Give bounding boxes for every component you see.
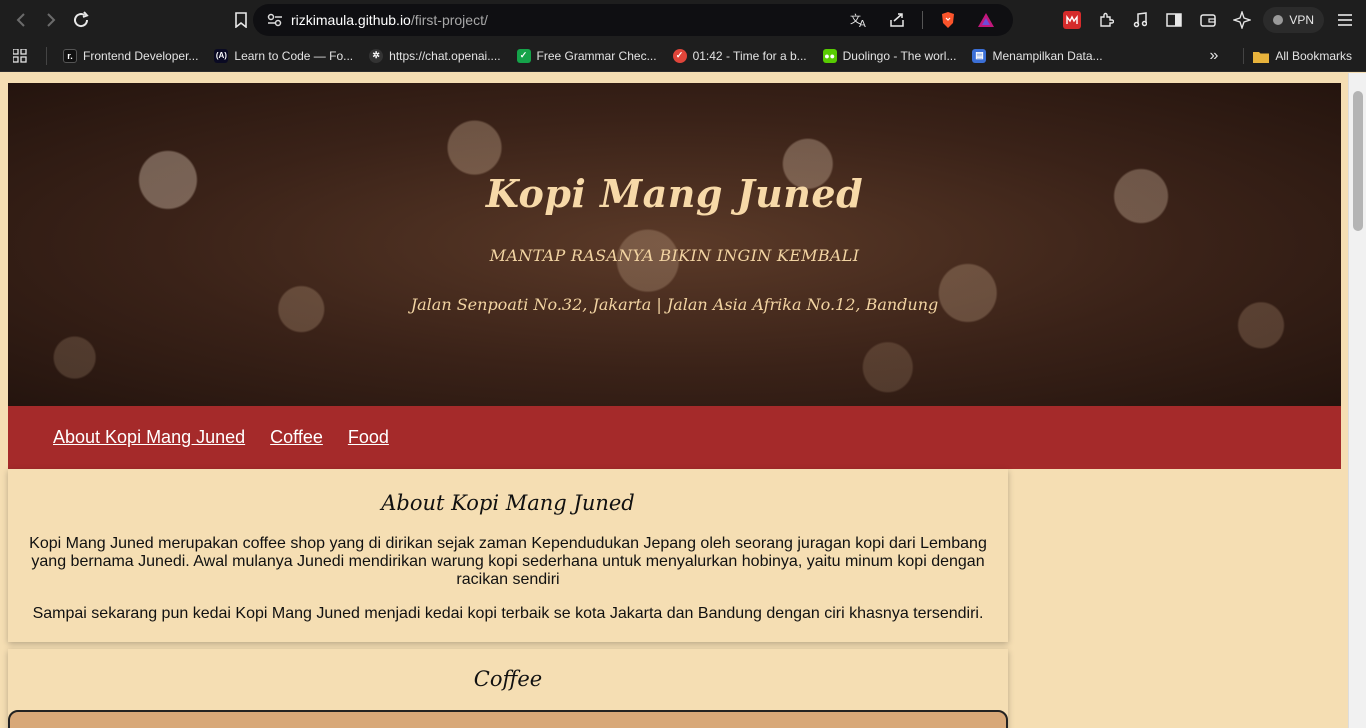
page-viewport: Kopi Mang Juned MANTAP RASANYA BIKIN ING… bbox=[0, 73, 1348, 728]
extension-red-icon[interactable] bbox=[1059, 7, 1085, 33]
bookmark-label: Learn to Code — Fo... bbox=[234, 48, 354, 63]
about-section: About Kopi Mang Juned Kopi Mang Juned me… bbox=[8, 469, 1008, 642]
media-music-icon[interactable] bbox=[1127, 7, 1153, 33]
freecodecamp-icon: (A) bbox=[214, 48, 229, 63]
hero-title: Kopi Mang Juned bbox=[485, 171, 864, 216]
hero-banner: Kopi Mang Juned MANTAP RASANYA BIKIN ING… bbox=[8, 83, 1341, 406]
about-paragraph-1: Kopi Mang Juned merupakan coffee shop ya… bbox=[29, 535, 987, 588]
hero-address: Jalan Senpoati No.32, Jakarta | Jalan As… bbox=[410, 295, 939, 314]
more-bookmarks-icon[interactable]: » bbox=[1202, 44, 1226, 68]
bookmark-item[interactable]: ✓ 01:42 - Time for a b... bbox=[665, 44, 815, 68]
reload-icon[interactable] bbox=[66, 5, 96, 35]
bookmark-label: Free Grammar Chec... bbox=[536, 48, 657, 63]
bookmark-item[interactable]: ✲ https://chat.openai.... bbox=[361, 44, 508, 68]
url-host: rizkimaula.github.io bbox=[291, 12, 411, 28]
openai-icon: ✲ bbox=[369, 48, 384, 63]
coffee-heading: Coffee bbox=[473, 667, 543, 691]
about-heading: About Kopi Mang Juned bbox=[381, 491, 635, 515]
menu-link-about[interactable]: About Kopi Mang Juned bbox=[53, 427, 245, 448]
site-info-icon[interactable] bbox=[261, 13, 289, 27]
vpn-label: VPN bbox=[1289, 13, 1314, 27]
main-menu: About Kopi Mang Juned Coffee Food bbox=[8, 406, 1341, 469]
wallet-icon[interactable] bbox=[1195, 7, 1221, 33]
bookmarks-divider bbox=[46, 46, 47, 65]
forward-icon[interactable] bbox=[36, 5, 66, 35]
bookmark-page-icon[interactable] bbox=[226, 5, 256, 35]
bookmark-label: Frontend Developer... bbox=[83, 48, 199, 63]
menu-link-coffee[interactable]: Coffee bbox=[270, 427, 323, 448]
brave-shield-icon[interactable] bbox=[935, 7, 961, 33]
coffee-item-card bbox=[8, 710, 1008, 728]
brave-rewards-icon[interactable] bbox=[973, 7, 999, 33]
bookmark-label: https://chat.openai.... bbox=[389, 48, 501, 63]
grammar-icon: ✓ bbox=[516, 48, 531, 63]
timer-icon: ✓ bbox=[672, 48, 687, 63]
vpn-button[interactable]: VPN bbox=[1263, 7, 1324, 33]
svg-text:A: A bbox=[859, 19, 866, 28]
bookmark-item[interactable]: ▤ Menampilkan Data... bbox=[964, 44, 1110, 68]
bookmarks-divider bbox=[1243, 48, 1244, 64]
menu-hamburger-icon[interactable] bbox=[1332, 7, 1358, 33]
hero-tagline: MANTAP RASANYA BIKIN INGIN KEMBALI bbox=[489, 246, 860, 265]
bookmark-label: Duolingo - The worl... bbox=[842, 48, 957, 63]
url-text[interactable]: rizkimaula.github.io/first-project/ bbox=[291, 12, 488, 28]
apps-grid-icon[interactable] bbox=[0, 48, 40, 63]
page-scrollbar[interactable] bbox=[1348, 73, 1366, 728]
duolingo-icon: ●● bbox=[822, 48, 837, 63]
bookmark-label: 01:42 - Time for a b... bbox=[692, 48, 807, 63]
all-bookmarks-button[interactable]: All Bookmarks bbox=[1253, 44, 1352, 68]
omnibox-divider bbox=[922, 11, 923, 29]
vpn-status-icon bbox=[1273, 15, 1284, 25]
bookmark-item[interactable]: r. Frontend Developer... bbox=[55, 44, 206, 68]
share-icon[interactable] bbox=[884, 7, 910, 33]
about-paragraph-2: Sampai sekarang pun kedai Kopi Mang June… bbox=[32, 605, 984, 622]
folder-icon bbox=[1253, 51, 1270, 63]
bookmark-item[interactable]: ●● Duolingo - The worl... bbox=[815, 44, 965, 68]
page-icon: ▤ bbox=[972, 48, 987, 63]
bookmark-item[interactable]: (A) Learn to Code — Fo... bbox=[206, 44, 361, 68]
bookmark-label: Menampilkan Data... bbox=[992, 48, 1103, 63]
translate-icon[interactable]: 文A bbox=[846, 7, 872, 33]
scrollbar-thumb[interactable] bbox=[1353, 91, 1363, 231]
bookmarks-bar: r. Frontend Developer... (A) Learn to Code… bbox=[0, 40, 1366, 72]
url-path: /first-project/ bbox=[410, 12, 488, 28]
address-bar[interactable]: rizkimaula.github.io/first-project/ 文A bbox=[253, 4, 1013, 36]
frontendmentor-icon: r. bbox=[63, 48, 77, 63]
back-icon[interactable] bbox=[6, 5, 36, 35]
browser-toolbar: rizkimaula.github.io/first-project/ 文A V… bbox=[0, 0, 1366, 40]
leo-ai-icon[interactable] bbox=[1229, 7, 1255, 33]
sidebar-toggle-icon[interactable] bbox=[1161, 7, 1187, 33]
menu-link-food[interactable]: Food bbox=[348, 427, 389, 448]
extensions-puzzle-icon[interactable] bbox=[1093, 7, 1119, 33]
all-bookmarks-label: All Bookmarks bbox=[1275, 49, 1352, 63]
bookmark-item[interactable]: ✓ Free Grammar Chec... bbox=[509, 44, 665, 68]
